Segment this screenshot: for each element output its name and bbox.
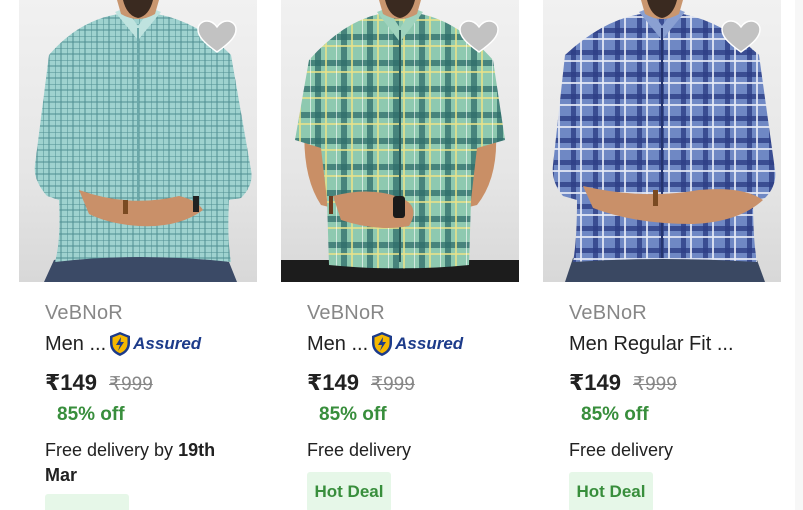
heart-icon[interactable] [459,20,499,54]
selling-price: ₹149 [45,370,98,395]
product-card[interactable]: VeBNoR Men Regular Fit ... ₹149 ₹999 85%… [543,0,783,510]
product-card[interactable]: VeBNoR Men ... Assured ₹149 ₹999 85% off… [19,0,259,510]
heart-icon[interactable] [721,20,761,54]
product-title-row[interactable]: Men ... Assured [45,331,201,357]
original-price: ₹999 [109,374,153,395]
delivery-date: 19th [178,440,216,460]
delivery-info: Free delivery [307,440,412,460]
product-image[interactable] [543,0,781,282]
assured-label: Assured [133,334,202,353]
hot-deal-badge: Hot Deal [307,472,391,510]
original-price: ₹999 [371,374,415,395]
discount-label: 85% off [319,404,387,425]
price-row: ₹149 ₹999 [307,370,415,396]
price-row: ₹149 ₹999 [569,370,677,396]
product-title[interactable]: Men ... [45,333,106,356]
product-title[interactable]: Men Regular Fit ... [569,333,734,356]
assured-label: Assured [395,334,464,353]
selling-price: ₹149 [569,370,622,395]
delivery-info: Free delivery by 19th Mar [45,438,245,488]
heart-icon[interactable] [197,20,237,54]
assured-badge: Assured [108,331,201,357]
selling-price: ₹149 [307,370,360,395]
brand-name: VeBNoR [45,302,123,324]
hot-deal-badge: Hot Deal [569,472,653,510]
product-title[interactable]: Men ... [307,333,368,356]
brand-name: VeBNoR [307,302,385,324]
product-image[interactable] [281,0,519,282]
brand-name: VeBNoR [569,302,647,324]
assured-shield-icon [110,332,131,356]
discount-label: 85% off [581,404,649,425]
product-image[interactable] [19,0,257,282]
product-title-row[interactable]: Men Regular Fit ... [569,331,734,357]
product-card[interactable]: VeBNoR Men ... Assured ₹149 ₹999 85% off… [281,0,521,510]
delivery-prefix: Free delivery by [45,440,179,460]
discount-label: 85% off [57,404,125,425]
product-title-row[interactable]: Men ... Assured [307,331,463,357]
assured-shield-icon [372,332,393,356]
price-row: ₹149 ₹999 [45,370,153,396]
deal-badge [45,494,129,510]
delivery-month: Mar [45,465,78,485]
assured-badge: Assured [370,331,463,357]
original-price: ₹999 [633,374,677,395]
next-card-edge [795,0,803,510]
delivery-info: Free delivery [569,440,674,460]
